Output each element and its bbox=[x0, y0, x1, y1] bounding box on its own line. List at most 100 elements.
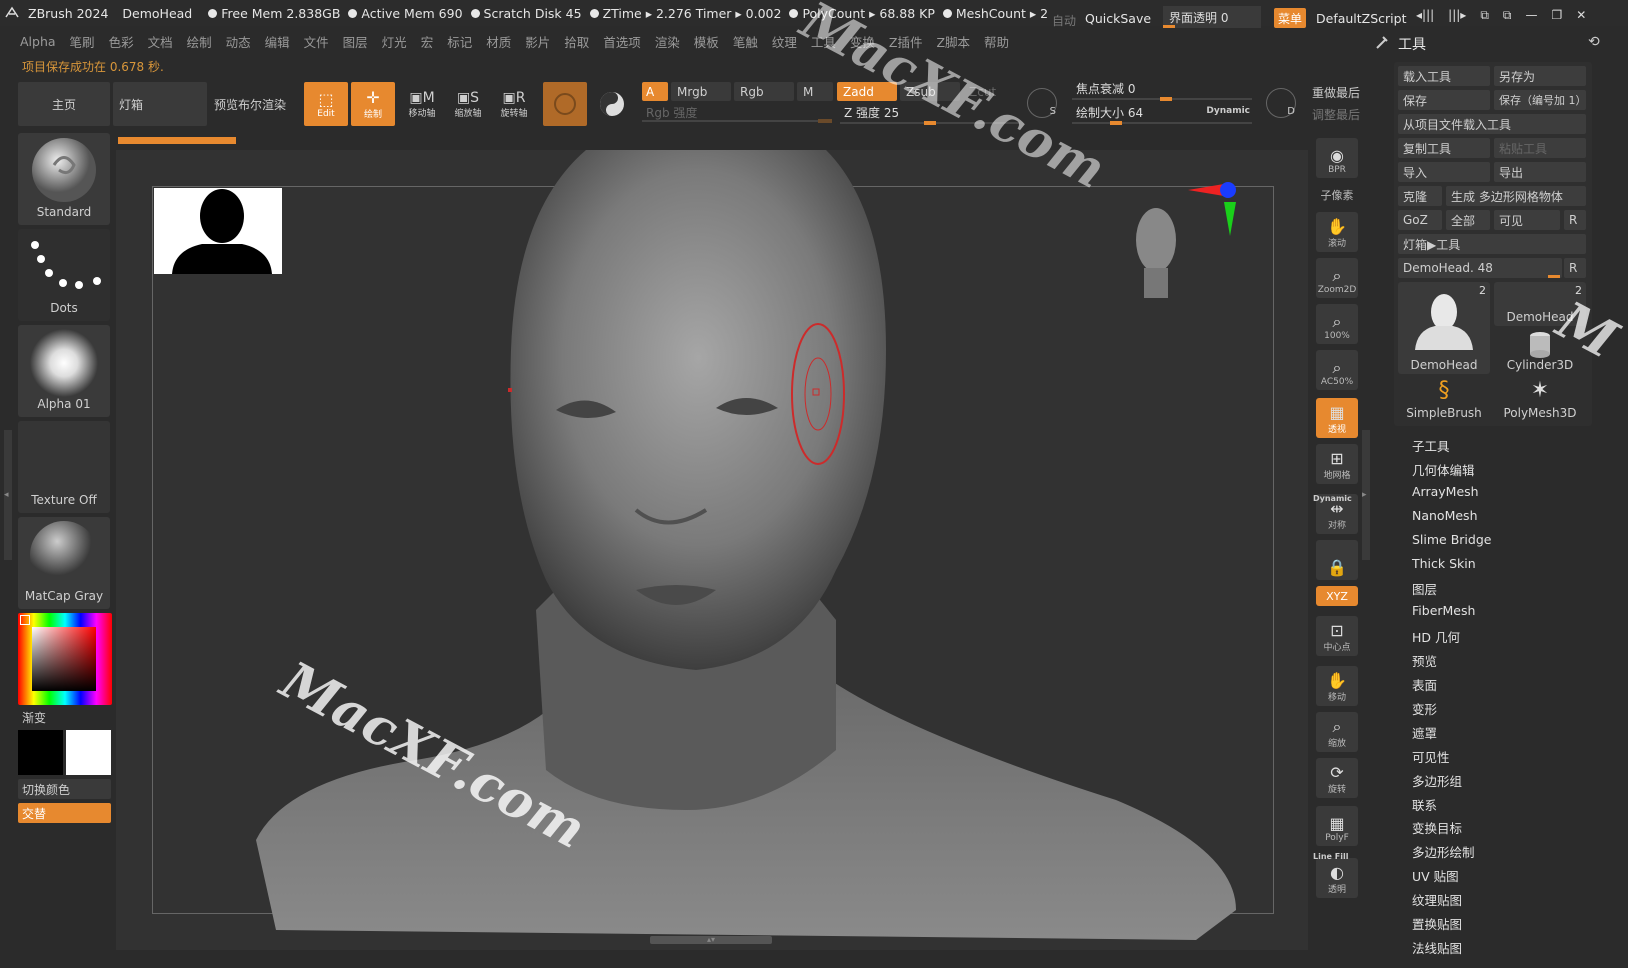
save-as-button[interactable]: 另存为 bbox=[1494, 66, 1586, 86]
restore-icon[interactable]: ❐ bbox=[1551, 8, 1562, 23]
d-button[interactable]: D bbox=[1266, 88, 1296, 118]
menu-light[interactable]: 灯光 bbox=[382, 32, 407, 51]
sphere-mode-button[interactable] bbox=[543, 82, 587, 126]
move-button[interactable]: ▣M 移动轴 bbox=[400, 82, 444, 126]
save-button[interactable]: 保存 bbox=[1398, 90, 1490, 110]
panel-left-icon[interactable]: ◂||| bbox=[1416, 8, 1434, 23]
alpha-picker[interactable]: Alpha 01 bbox=[18, 325, 110, 417]
panel-right-icon[interactable]: |||▸ bbox=[1448, 8, 1466, 23]
home-button[interactable]: 主页 bbox=[18, 82, 110, 126]
subpalette-item[interactable]: FiberMesh bbox=[1412, 603, 1475, 618]
shelf-perspective-button[interactable]: ▦ 透视 bbox=[1316, 398, 1358, 438]
make-polymesh-button[interactable]: 生成 多边形网格物体 bbox=[1446, 186, 1586, 206]
navigation-head-icon[interactable] bbox=[1126, 200, 1186, 310]
tool-thumb-polymesh3d[interactable]: ✶ PolyMesh3D bbox=[1494, 378, 1586, 422]
rgb-intensity-slider[interactable]: Rgb 强度 bbox=[642, 104, 834, 124]
load-from-project-button[interactable]: 从项目文件载入工具 bbox=[1398, 114, 1586, 134]
lightbox-button[interactable]: 灯箱 bbox=[113, 82, 207, 126]
subpalette-item[interactable]: 遮罩 bbox=[1412, 723, 1437, 742]
layout-icon[interactable]: ⧉ bbox=[1480, 8, 1489, 23]
subpalette-item[interactable]: 联系 bbox=[1412, 795, 1437, 814]
load-tool-button[interactable]: 载入工具 bbox=[1398, 66, 1490, 86]
subpalette-item[interactable]: 变换目标 bbox=[1412, 818, 1462, 837]
rotate-button[interactable]: ▣R 旋转轴 bbox=[492, 82, 536, 126]
shelf-local-button[interactable]: 🔒 bbox=[1316, 540, 1358, 580]
draw-size-slider[interactable]: 绘制大小 64 Dynamic bbox=[1072, 104, 1254, 125]
menu-layer[interactable]: 图层 bbox=[343, 32, 368, 51]
r-button-2[interactable]: R bbox=[1564, 258, 1586, 278]
subpalette-item[interactable]: HD 几何 bbox=[1412, 627, 1460, 646]
menu-preferences[interactable]: 首选项 bbox=[603, 32, 641, 51]
texture-picker[interactable]: Texture Off bbox=[18, 421, 110, 513]
menu-marker[interactable]: 标记 bbox=[447, 32, 472, 51]
subpalette-item[interactable]: NanoMesh bbox=[1412, 508, 1478, 523]
dynamic-label[interactable]: Dynamic bbox=[1206, 106, 1250, 116]
r-button[interactable]: R bbox=[1564, 210, 1586, 230]
switch-color-button[interactable]: 切换颜色 bbox=[18, 779, 111, 799]
subpalette-item[interactable]: UV 贴图 bbox=[1412, 866, 1459, 885]
menu-stroke[interactable]: 笔触 bbox=[733, 32, 758, 51]
goz-button[interactable]: GoZ bbox=[1398, 210, 1442, 230]
menu-button[interactable]: 菜单 bbox=[1274, 8, 1306, 28]
scale-button[interactable]: ▣S 缩放轴 bbox=[446, 82, 490, 126]
menu-help[interactable]: 帮助 bbox=[984, 32, 1009, 51]
main-color-swatch[interactable] bbox=[18, 730, 63, 775]
shelf-xyz-button[interactable]: XYZ bbox=[1316, 586, 1358, 606]
clone-button[interactable]: 克隆 bbox=[1398, 186, 1442, 206]
shelf-transp-button[interactable]: ◐ 透明 bbox=[1316, 858, 1358, 898]
adjust-last-button[interactable]: 调整最后 bbox=[1312, 106, 1360, 123]
paste-tool-button[interactable]: 粘贴工具 bbox=[1494, 138, 1586, 158]
m-toggle[interactable]: M bbox=[797, 82, 833, 101]
subpalette-item[interactable]: 置换贴图 bbox=[1412, 914, 1462, 933]
layout2-icon[interactable]: ⧉ bbox=[1503, 8, 1512, 23]
rgb-toggle[interactable]: Rgb bbox=[734, 82, 794, 101]
subpalette-item[interactable]: 法线贴图 bbox=[1412, 938, 1462, 957]
menu-brush[interactable]: 笔刷 bbox=[70, 32, 95, 51]
subpalette-item[interactable]: 多边形组 bbox=[1412, 771, 1462, 790]
draw-button[interactable]: ✛ 绘制 bbox=[351, 82, 395, 126]
menu-document[interactable]: 文档 bbox=[148, 32, 173, 51]
subpalette-item[interactable]: 图层 bbox=[1412, 579, 1437, 598]
all-button[interactable]: 全部 bbox=[1446, 210, 1490, 230]
focal-shift-slider[interactable]: 焦点衰减 0 bbox=[1072, 80, 1254, 101]
subpalette-item[interactable]: 几何体编辑 bbox=[1412, 460, 1475, 479]
shelf-move-button[interactable]: ✋ 移动 bbox=[1316, 666, 1358, 706]
refresh-icon[interactable]: ⟲ bbox=[1588, 34, 1600, 50]
subpalette-item[interactable]: 可见性 bbox=[1412, 747, 1450, 766]
save-increment-button[interactable]: 保存（编号加 1） bbox=[1494, 90, 1587, 110]
shelf-zoom-button[interactable]: ⌕ 缩放 bbox=[1316, 712, 1358, 752]
tool-thumb-simplebrush[interactable]: § SimpleBrush bbox=[1398, 378, 1490, 422]
shelf-polyf-button[interactable]: ▦ PolyF bbox=[1316, 806, 1358, 846]
stroke-picker[interactable]: Dots bbox=[18, 229, 110, 321]
redo-last-button[interactable]: 重做最后 bbox=[1312, 84, 1360, 101]
brush-picker[interactable]: Standard bbox=[18, 133, 110, 225]
secondary-color-swatch[interactable] bbox=[66, 730, 111, 775]
menu-stencil[interactable]: 模板 bbox=[694, 32, 719, 51]
menu-movie[interactable]: 影片 bbox=[525, 32, 550, 51]
subpalette-item[interactable]: 子工具 bbox=[1412, 436, 1450, 455]
default-zscript[interactable]: DefaultZScript bbox=[1316, 11, 1407, 26]
alternate-button[interactable]: 交替 bbox=[18, 803, 111, 823]
tool-thumb-demohead[interactable]: 2 DemoHead bbox=[1398, 282, 1490, 374]
menu-edit[interactable]: 编辑 bbox=[265, 32, 290, 51]
current-tool-slider[interactable]: DemoHead. 48 bbox=[1398, 258, 1562, 278]
export-button[interactable]: 导出 bbox=[1494, 162, 1586, 182]
shelf-floor-button[interactable]: ⊞ 地网格 bbox=[1316, 444, 1358, 484]
ui-transparency-slider[interactable]: 界面透明 0 bbox=[1163, 6, 1261, 28]
material-mode-button[interactable] bbox=[590, 82, 634, 126]
mrgb-toggle[interactable]: Mrgb bbox=[671, 82, 731, 101]
menu-material[interactable]: 材质 bbox=[486, 32, 511, 51]
shelf-bpr-button[interactable]: ◉ BPR bbox=[1316, 138, 1358, 178]
menu-zscript[interactable]: Z脚本 bbox=[936, 32, 970, 51]
shelf-subpixel-button[interactable]: 子像素 bbox=[1316, 186, 1358, 206]
subpalette-item[interactable]: Slime Bridge bbox=[1412, 532, 1491, 547]
shelf-rotate-button[interactable]: ⟳ 旋转 bbox=[1316, 758, 1358, 798]
document-canvas[interactable]: ▴▾ bbox=[116, 150, 1308, 950]
subpalette-item[interactable]: 变形 bbox=[1412, 699, 1437, 718]
left-collapse-handle[interactable]: ◂ bbox=[4, 430, 12, 560]
shelf-center-button[interactable]: ⊡ 中心点 bbox=[1316, 616, 1358, 656]
menu-color[interactable]: 色彩 bbox=[109, 32, 134, 51]
menu-draw[interactable]: 绘制 bbox=[187, 32, 212, 51]
minimize-icon[interactable]: — bbox=[1525, 8, 1537, 23]
color-square[interactable] bbox=[32, 627, 96, 691]
